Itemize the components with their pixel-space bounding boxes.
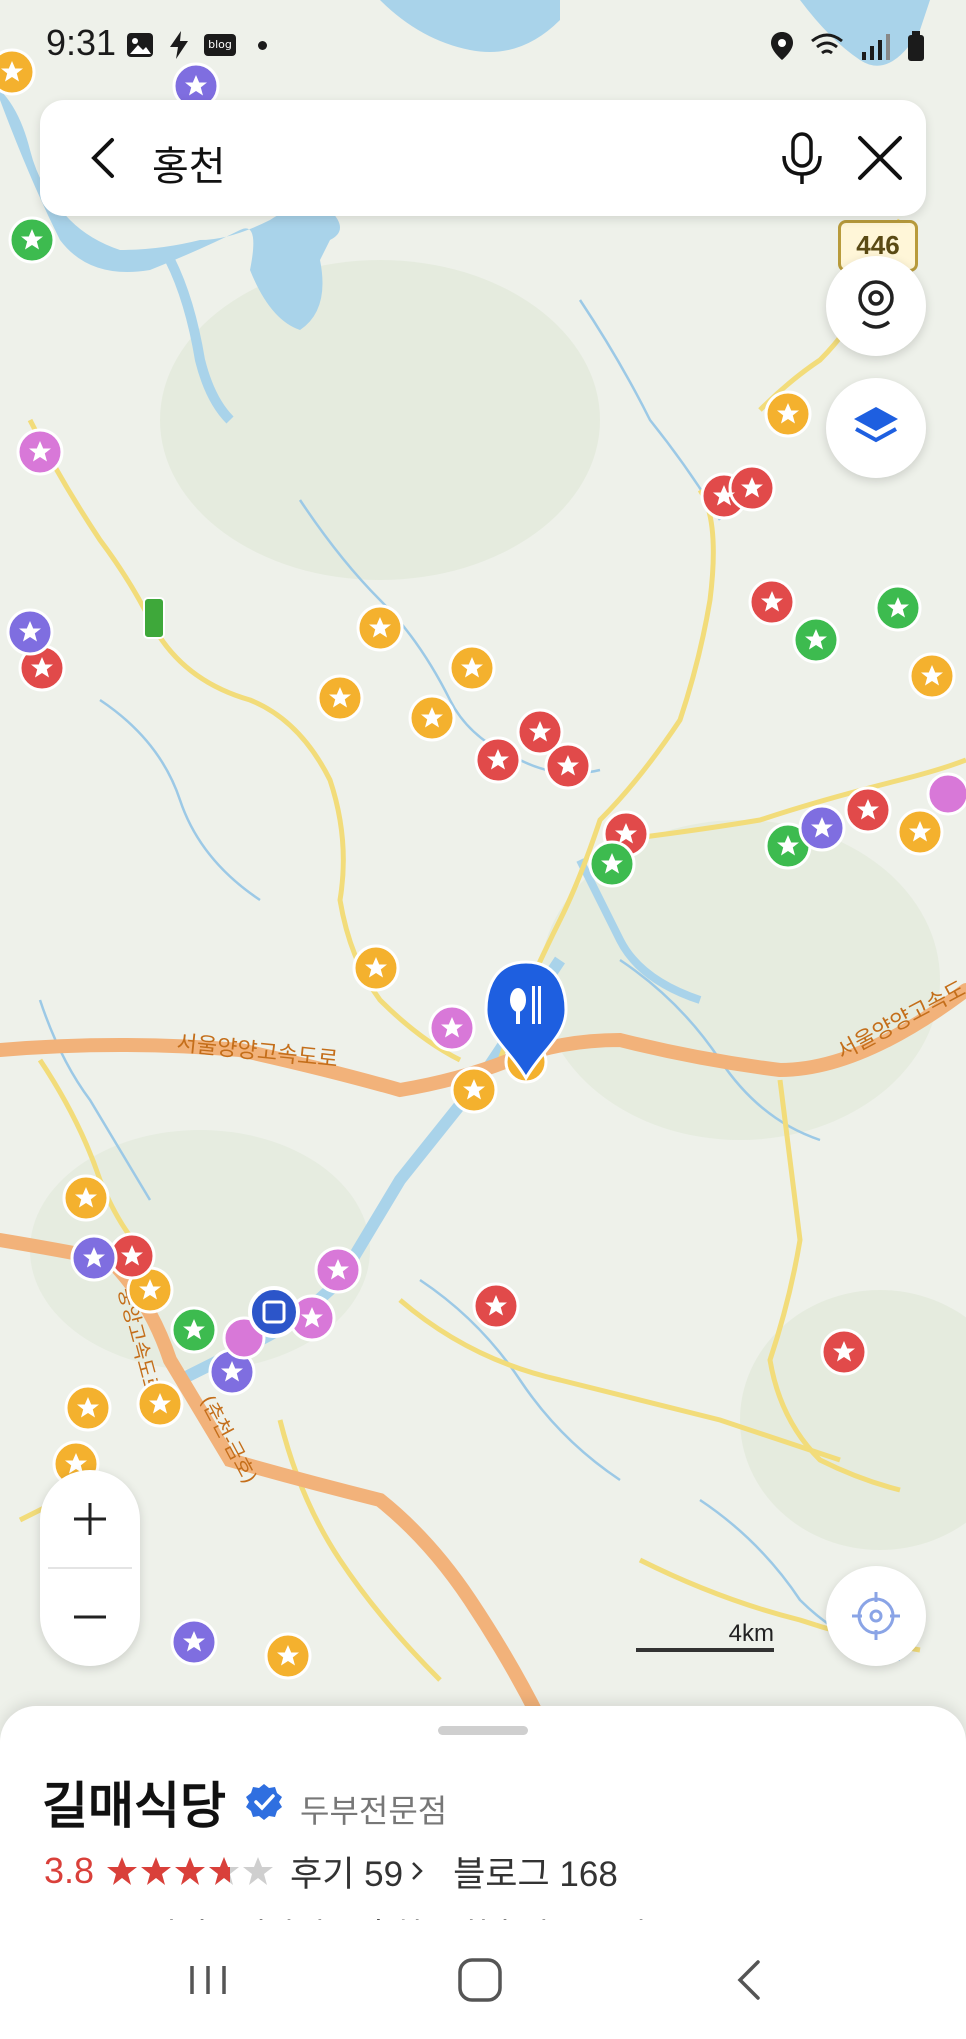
recent-apps-icon[interactable]: [178, 1950, 238, 2010]
zoom-in-button[interactable]: [40, 1470, 140, 1568]
location-icon: [771, 32, 793, 60]
verified-badge-icon: [246, 1784, 282, 1820]
back-icon[interactable]: [720, 1950, 780, 2010]
place-category: 두부전문점: [300, 1793, 448, 1829]
sheet-drag-handle[interactable]: [438, 1726, 528, 1735]
signal-icon: [862, 34, 890, 60]
dot-icon: [258, 40, 267, 50]
wifi-icon: [811, 33, 843, 55]
status-bar: 9:31 blog: [0, 0, 966, 90]
my-location-button[interactable]: [826, 1566, 926, 1666]
place-bottom-sheet[interactable]: 길매식당 두부전문점 3.8 후기 59 블로그 168 24.0k · 강원특…: [0, 1706, 966, 1956]
rating-stars: [106, 1855, 274, 1887]
minus-icon: [74, 1615, 106, 1619]
rating-row: 3.8 후기 59 블로그 168: [44, 1846, 618, 1896]
system-navigation-bar: [0, 1920, 966, 2039]
selected-place-pin[interactable]: [484, 960, 568, 1082]
star-full-icon: [175, 1857, 206, 1885]
blog-count[interactable]: 블로그 168: [453, 1846, 618, 1897]
street-view-button[interactable]: [826, 256, 926, 356]
plus-icon: [74, 1503, 106, 1535]
rating-value: 3.8: [44, 1850, 95, 1891]
map-scale: 4km: [636, 1620, 774, 1656]
search-query[interactable]: 홍천: [152, 134, 226, 192]
gallery-icon: [127, 33, 153, 57]
status-time: 9:31: [46, 22, 117, 63]
microphone-icon[interactable]: [770, 126, 834, 190]
home-icon[interactable]: [450, 1950, 510, 2010]
flash-icon: [170, 31, 188, 59]
search-bar[interactable]: 홍천: [40, 100, 926, 216]
place-name: 길매식당: [42, 1778, 226, 1834]
zoom-controls: [40, 1470, 140, 1666]
blog-icon: blog: [204, 34, 236, 56]
scale-bar: [636, 1648, 774, 1652]
zoom-out-button[interactable]: [40, 1568, 140, 1666]
star-full-icon: [141, 1857, 172, 1885]
star-full-icon: [107, 1857, 138, 1885]
scale-label: 4km: [728, 1620, 774, 1647]
chevron-right-icon[interactable]: [407, 1857, 427, 1885]
map-view[interactable]: 서울양양고속도로 서울양양고속도 중앙고속도로 (춘천-금호) 446 4km: [0, 0, 966, 1720]
reviews-link[interactable]: 후기 59: [290, 1846, 403, 1897]
cluster-marker[interactable]: [248, 1286, 300, 1338]
back-arrow-icon[interactable]: [76, 130, 132, 186]
close-icon[interactable]: [848, 126, 912, 190]
star-partial-icon: [209, 1857, 240, 1885]
battery-icon: [908, 31, 924, 61]
street-view-icon: [858, 280, 894, 329]
crosshair-icon: [852, 1592, 900, 1640]
poi-markers[interactable]: [0, 48, 966, 1680]
layers-icon: [854, 407, 898, 443]
star-empty-icon: [243, 1857, 274, 1885]
layers-button[interactable]: [826, 378, 926, 478]
poi-layer: [0, 48, 966, 1680]
